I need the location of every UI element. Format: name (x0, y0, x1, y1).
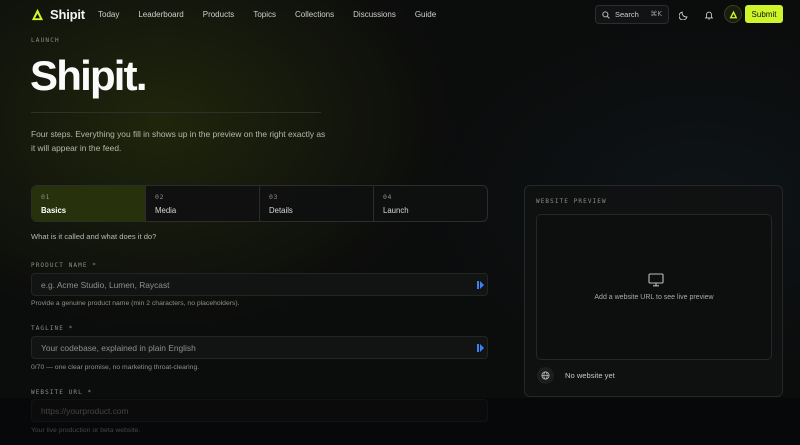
nav-link-guide[interactable]: Guide (415, 10, 436, 19)
step-number: 01 (41, 193, 51, 201)
nav-link-topics[interactable]: Topics (253, 10, 276, 19)
website-url-placeholder: https://yourproduct.com (41, 405, 129, 416)
submit-button[interactable]: Submit (745, 5, 783, 23)
grammar-assist-icon[interactable] (477, 343, 484, 353)
product-name-hint: Provide a genuine product name (min 2 ch… (31, 300, 240, 307)
nav-link-discussions[interactable]: Discussions (353, 10, 396, 19)
logo-triangle-icon (31, 8, 44, 21)
user-avatar[interactable] (724, 5, 742, 23)
nav-link-products[interactable]: Products (203, 10, 235, 19)
top-navigation: Shipit Today Leaderboard Products Topics… (0, 0, 800, 30)
search-shortcut: ⌘K (650, 10, 662, 18)
page-title: Shipit. (30, 52, 148, 99)
tagline-hint: 0/70 — one clear promise, no marketing t… (31, 364, 200, 371)
tagline-label: TAGLINE * (31, 325, 74, 332)
website-url-input[interactable]: https://yourproduct.com (31, 399, 488, 422)
step-prompt: What is it called and what does it do? (31, 232, 157, 241)
product-name-input[interactable]: e.g. Acme Studio, Lumen, Raycast (31, 273, 488, 296)
globe-icon (541, 371, 550, 380)
step-tabs: 01 Basics 02 Media 03 Details 04 Launch (31, 185, 488, 222)
product-name-placeholder: e.g. Acme Studio, Lumen, Raycast (41, 279, 170, 290)
nav-link-leaderboard[interactable]: Leaderboard (138, 10, 183, 19)
bell-icon (704, 11, 713, 19)
brand-logo[interactable]: Shipit (31, 7, 85, 22)
moon-icon (678, 10, 688, 20)
preview-frame: Add a website URL to see live preview (536, 214, 772, 360)
step-label: Media (155, 206, 177, 215)
brand-name: Shipit (50, 7, 85, 22)
avatar-triangle-icon (729, 10, 737, 18)
step-tab-basics[interactable]: 01 Basics (32, 186, 146, 221)
step-tab-details[interactable]: 03 Details (260, 186, 374, 221)
preview-status-text: No website yet (565, 371, 615, 380)
theme-toggle-button[interactable] (677, 8, 690, 21)
nav-link-today[interactable]: Today (98, 10, 119, 19)
divider (31, 112, 321, 113)
search-label: Search (615, 10, 639, 19)
step-number: 02 (155, 193, 165, 201)
page-eyebrow: LAUNCH (31, 37, 60, 44)
preview-empty-text: Add a website URL to see live preview (594, 294, 714, 301)
product-name-label: PRODUCT NAME * (31, 262, 97, 269)
search-icon (602, 10, 610, 19)
step-number: 03 (269, 193, 279, 201)
step-label: Launch (383, 206, 409, 215)
search-button[interactable]: Search ⌘K (595, 5, 669, 24)
preview-title: WEBSITE PREVIEW (536, 198, 607, 205)
page-description: Four steps. Everything you fill in shows… (31, 129, 326, 153)
step-label: Basics (41, 206, 67, 215)
tagline-input[interactable]: Your codebase, explained in plain Englis… (31, 336, 488, 359)
globe-badge (537, 367, 554, 384)
website-url-label: WEBSITE URL * (31, 389, 93, 396)
step-label: Details (269, 206, 293, 215)
step-number: 04 (383, 193, 393, 201)
website-preview-panel: WEBSITE PREVIEW Add a website URL to see… (524, 185, 783, 397)
step-tab-launch[interactable]: 04 Launch (374, 186, 487, 221)
website-url-hint: Your live production or beta website. (31, 427, 141, 434)
nav-link-collections[interactable]: Collections (295, 10, 334, 19)
monitor-icon (648, 273, 664, 287)
tagline-placeholder: Your codebase, explained in plain Englis… (41, 342, 196, 353)
step-tab-media[interactable]: 02 Media (146, 186, 260, 221)
nav-links: Today Leaderboard Products Topics Collec… (98, 10, 455, 19)
notifications-button[interactable] (702, 8, 715, 21)
preview-status: No website yet (537, 367, 615, 384)
grammar-assist-icon[interactable] (477, 280, 484, 290)
